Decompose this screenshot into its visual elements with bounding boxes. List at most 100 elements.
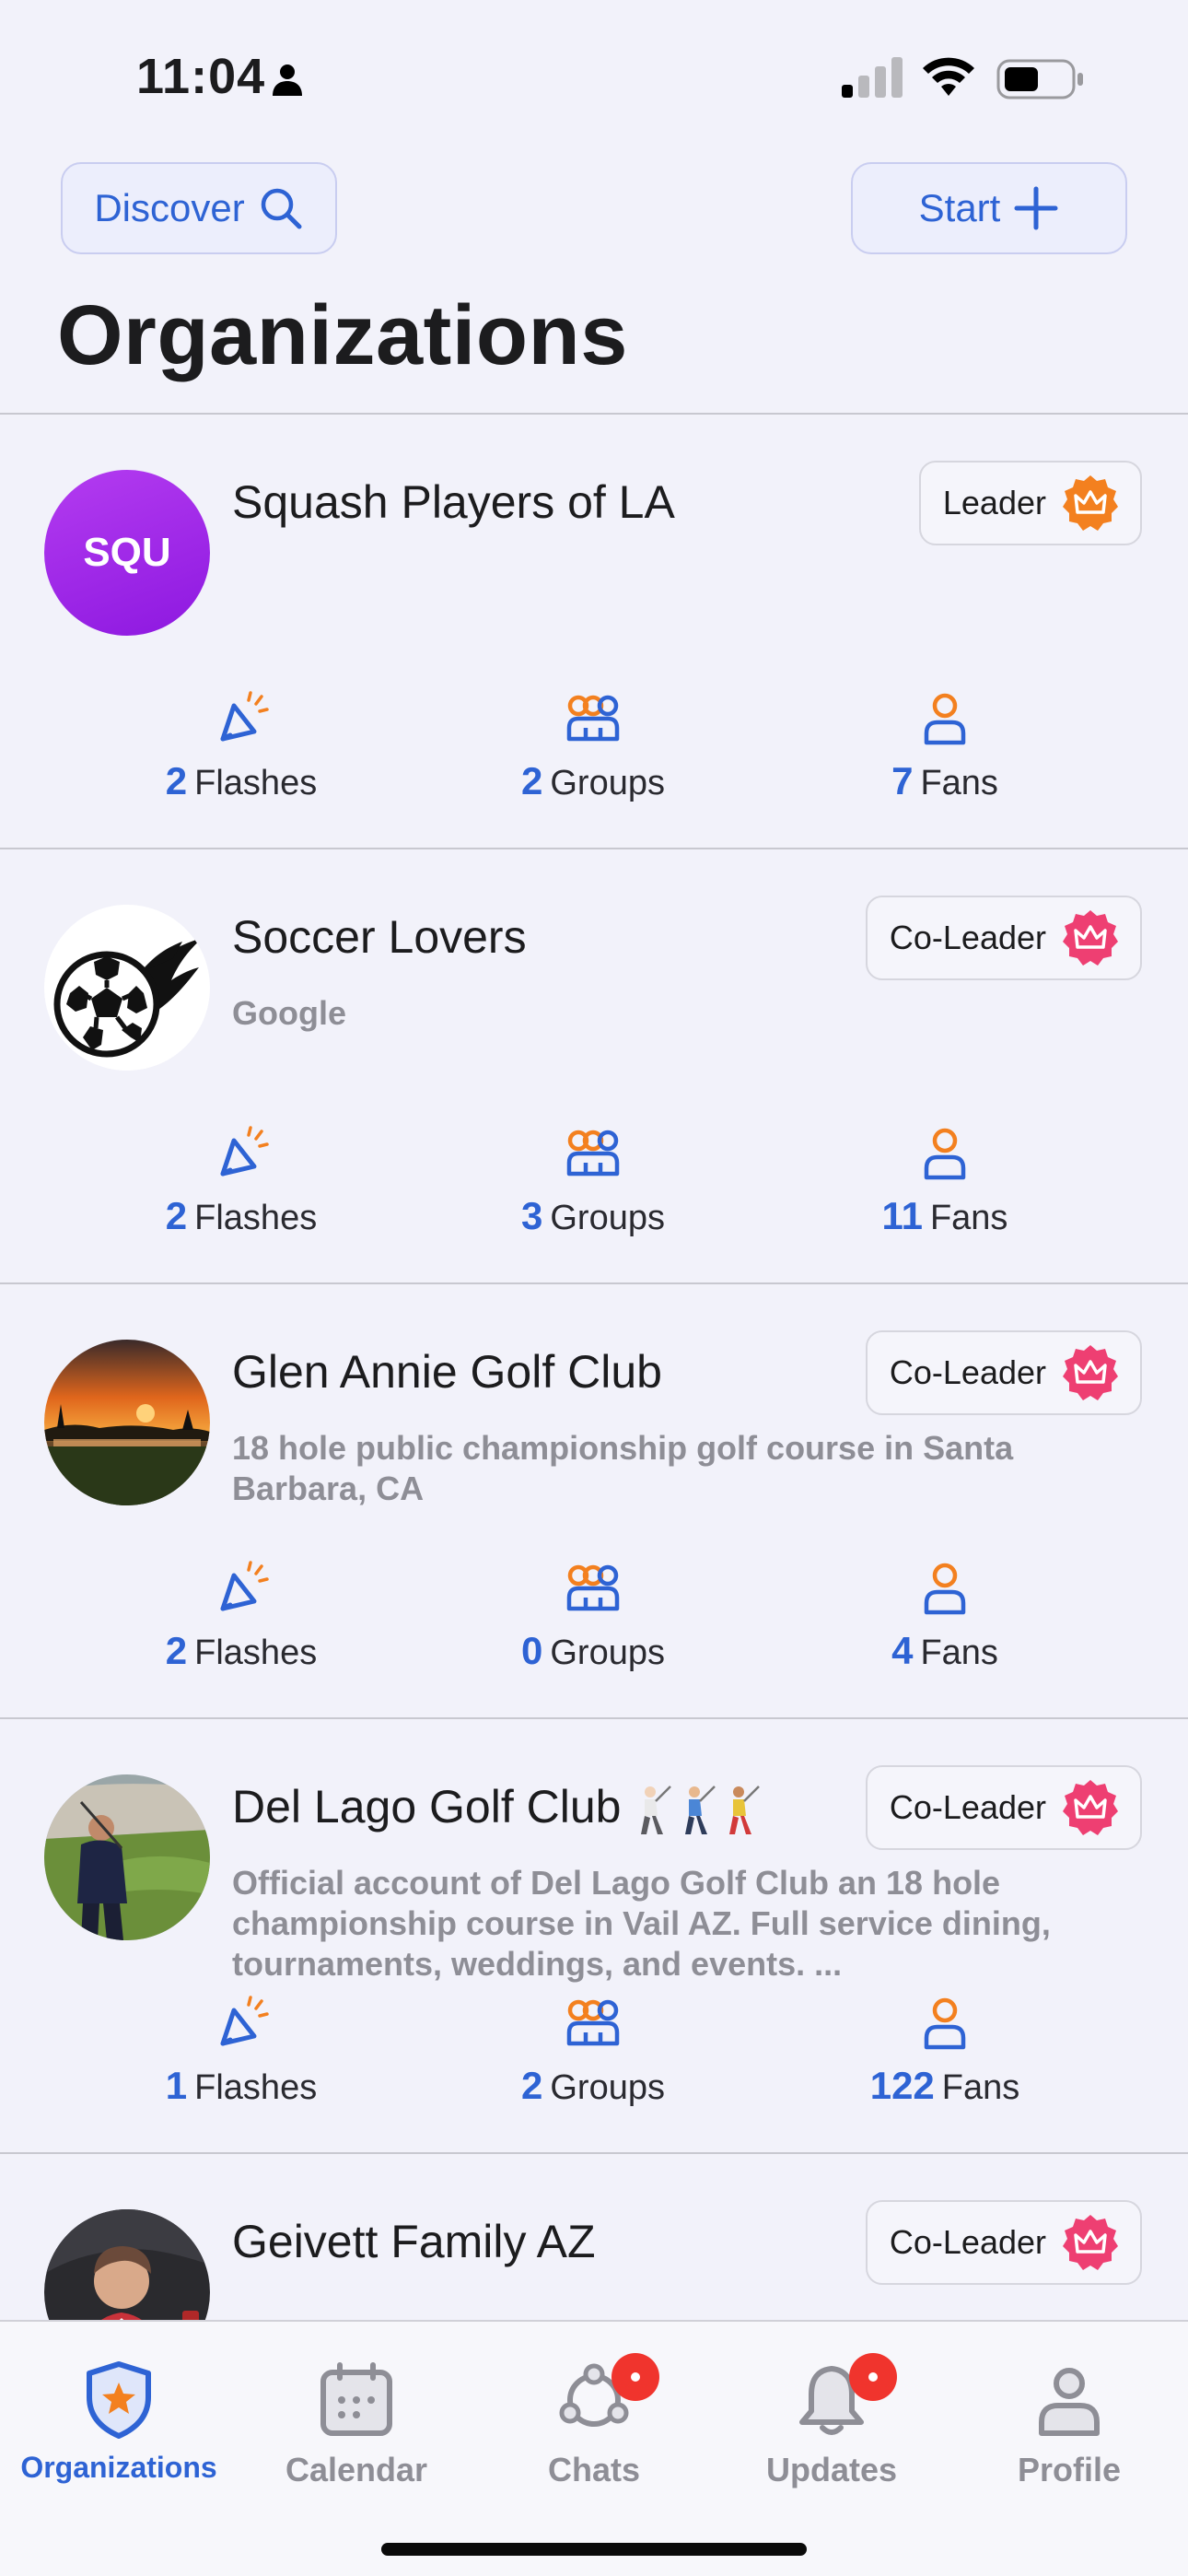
role-badge: Co-Leader	[865, 1765, 1142, 1850]
flashes-count: 2	[165, 1629, 188, 1672]
groups-count: 3	[521, 1194, 543, 1237]
stat-flashes[interactable]: 2 Flashes	[76, 691, 407, 803]
org-card[interactable]: Del Lago Golf Club Official account of D…	[0, 1717, 1188, 2152]
battery-icon	[996, 59, 1083, 100]
tab-label: Updates	[765, 2451, 898, 2488]
flashes-count: 2	[165, 1194, 188, 1237]
discover-label: Discover	[94, 186, 245, 229]
soccer-ball-icon	[44, 905, 210, 1071]
golfer-emojis	[637, 1785, 763, 1836]
org-stats: 1 Flashes 2 Groups 122 Fans	[0, 1996, 1188, 2134]
stat-flashes[interactable]: 2 Flashes	[76, 1126, 407, 1238]
flashes-count: 2	[165, 759, 188, 802]
org-stats: 2 Flashes 2 Groups 7 Fans	[0, 691, 1188, 829]
profile-icon	[1039, 2368, 1100, 2436]
golfer-emoji-icon	[685, 1785, 716, 1834]
cellular-signal-icon	[842, 57, 903, 98]
fans-count: 7	[891, 759, 914, 802]
org-card[interactable]: SQU Squash Players of LA Leader 2 Flashes	[0, 413, 1188, 848]
org-stats: 2 Flashes 0 Groups 4 Fans	[0, 1561, 1188, 1699]
org-card[interactable]: Soccer Lovers Google Co-Leader 2Flashes	[0, 848, 1188, 1282]
stat-groups[interactable]: 2 Groups	[427, 691, 759, 803]
org-description: 18 hole public championship golf course …	[232, 1429, 1014, 1507]
golfer-emoji-icon	[729, 1785, 761, 1834]
role-badge: Co-Leader	[865, 896, 1142, 980]
discover-button[interactable]: Discover	[61, 162, 337, 254]
org-description: Official account of Del Lago Golf Club a…	[232, 1864, 1051, 1983]
notification-badge	[849, 2353, 897, 2401]
role-badge: Co-Leader	[865, 1330, 1142, 1415]
fan-person-icon	[924, 1997, 966, 2050]
role-label: Co-Leader	[889, 1353, 1046, 1391]
groups-count: 0	[521, 1629, 543, 1672]
tab-label: Chats	[547, 2451, 641, 2488]
crown-badge-icon	[1063, 1345, 1118, 1400]
role-label: Co-Leader	[889, 919, 1046, 956]
tab-label: Calendar	[285, 2451, 428, 2488]
stat-groups[interactable]: 3 Groups	[427, 1126, 759, 1238]
sunset-golf-photo	[44, 1340, 210, 1505]
stat-fans[interactable]: 7 Fans	[779, 691, 1111, 803]
groups-label: Groups	[550, 2068, 665, 2107]
organization-list: SQU Squash Players of LA Leader 2 Flashes	[0, 413, 1188, 2576]
org-name: Squash Players of LA	[232, 476, 675, 528]
role-label: Co-Leader	[889, 2223, 1046, 2261]
flashes-count: 1	[165, 2064, 188, 2107]
megaphone-icon	[220, 691, 269, 742]
fans-label: Fans	[929, 1199, 1008, 1237]
crown-badge-icon	[1063, 910, 1118, 966]
page-title: Organizations	[57, 288, 628, 382]
stat-fans[interactable]: 122 Fans	[779, 1996, 1111, 2108]
tab-organizations[interactable]: Organizations	[0, 2359, 238, 2485]
fans-count: 4	[891, 1629, 914, 1672]
fan-person-icon	[924, 1563, 966, 1615]
golfer-emoji-icon	[641, 1785, 672, 1834]
avatar	[44, 1774, 210, 1940]
tab-updates[interactable]: Updates	[713, 2353, 950, 2489]
org-card[interactable]: Glen Annie Golf Club 18 hole public cham…	[0, 1282, 1188, 1717]
fans-label: Fans	[920, 1633, 998, 1672]
groups-icon	[566, 695, 620, 742]
groups-label: Groups	[550, 764, 665, 802]
fan-person-icon	[924, 1128, 966, 1180]
fans-label: Fans	[920, 764, 998, 802]
groups-icon	[566, 1564, 620, 1611]
megaphone-icon	[220, 1996, 269, 2046]
avatar: SQU	[44, 470, 210, 636]
crown-badge-icon	[1063, 475, 1118, 531]
tab-bar: Organizations Calendar Chats Updates Pro…	[0, 2320, 1188, 2576]
flashes-label: Flashes	[194, 1199, 318, 1237]
tab-chats[interactable]: Chats	[475, 2353, 713, 2489]
groups-count: 2	[521, 2064, 543, 2107]
search-icon	[261, 188, 302, 229]
groups-label: Groups	[550, 1633, 665, 1672]
avatar	[44, 1340, 210, 1505]
stat-fans[interactable]: 4 Fans	[779, 1561, 1111, 1673]
stat-groups[interactable]: 2 Groups	[427, 1996, 759, 2108]
org-name-text: Del Lago Golf Club	[232, 1781, 622, 1832]
groups-count: 2	[521, 759, 543, 802]
role-badge: Leader	[918, 461, 1142, 545]
calendar-icon	[320, 2362, 392, 2436]
golfer-photo	[44, 1774, 210, 1940]
org-name: Geivett Family AZ	[232, 2216, 596, 2267]
org-name: Soccer Lovers	[232, 911, 527, 963]
org-name: Glen Annie Golf Club	[232, 1346, 662, 1398]
start-button[interactable]: Start	[851, 162, 1127, 254]
stat-flashes[interactable]: 1 Flashes	[76, 1996, 407, 2108]
tab-calendar[interactable]: Calendar	[238, 2359, 475, 2489]
groups-icon	[566, 1999, 620, 2046]
flashes-label: Flashes	[194, 764, 318, 802]
home-indicator[interactable]	[381, 2543, 807, 2556]
tab-label: Organizations	[20, 2451, 217, 2484]
flashes-label: Flashes	[194, 1633, 318, 1672]
stat-fans[interactable]: 11 Fans	[779, 1126, 1111, 1238]
stat-flashes[interactable]: 2 Flashes	[76, 1561, 407, 1673]
avatar-initials: SQU	[44, 470, 210, 636]
stat-groups[interactable]: 0 Groups	[427, 1561, 759, 1673]
org-name: Del Lago Golf Club	[232, 1780, 763, 1836]
role-label: Co-Leader	[889, 1788, 1046, 1826]
megaphone-icon	[220, 1561, 269, 1611]
tab-label: Profile	[1017, 2451, 1122, 2488]
tab-profile[interactable]: Profile	[950, 2359, 1188, 2489]
